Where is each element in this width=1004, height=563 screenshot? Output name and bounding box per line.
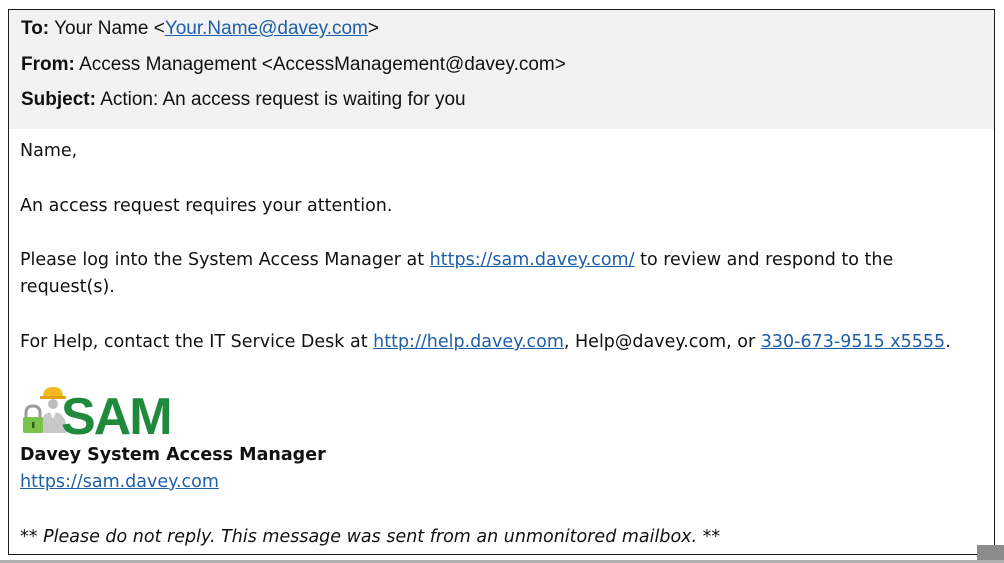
help-link[interactable]: http://help.davey.com xyxy=(373,332,564,352)
phone-link[interactable]: 330-673-9515 x5555 xyxy=(761,332,945,352)
no-reply-notice: ** Please do not reply. This message was… xyxy=(20,527,721,547)
signature-name: Davey System Access Manager xyxy=(20,445,326,465)
signature-url: https://sam.davey.com xyxy=(20,472,219,492)
attention-text: An access request requires your attentio… xyxy=(20,196,393,216)
greeting: Name, xyxy=(20,141,78,161)
login-instruction: Please log into the System Access Manage… xyxy=(20,250,893,270)
hard-hat-icon xyxy=(43,387,63,397)
to-line: To: Your Name <Your.Name@davey.com> xyxy=(21,18,379,40)
subject-label: Subject: xyxy=(21,89,96,110)
help-end: . xyxy=(945,332,951,352)
from-label: From: xyxy=(21,54,75,75)
to-label: To: xyxy=(21,18,50,39)
to-close: > xyxy=(367,18,379,39)
person-head-icon xyxy=(48,399,58,409)
lock-shackle-icon xyxy=(24,404,42,418)
login-post: to review and respond to the xyxy=(634,250,894,270)
to-email-link[interactable]: Your.Name@davey.com xyxy=(165,18,368,39)
subject-value: Action: An access request is waiting for… xyxy=(100,89,466,110)
from-line: From: Access Management <AccessManagemen… xyxy=(21,54,566,76)
sam-logo-text: SAM xyxy=(61,388,171,437)
help-line: For Help, contact the IT Service Desk at… xyxy=(20,332,951,352)
sam-link[interactable]: https://sam.davey.com/ xyxy=(430,250,635,270)
email-header: To: Your Name <Your.Name@davey.com> From… xyxy=(9,10,994,129)
sam-logo: SAM xyxy=(21,385,173,446)
email-message: To: Your Name <Your.Name@davey.com> From… xyxy=(8,9,995,555)
to-name: Your Name < xyxy=(54,18,165,39)
subject-line: Subject: Action: An access request is wa… xyxy=(21,89,466,111)
help-mid: , Help@davey.com, or xyxy=(563,332,761,352)
help-pre: For Help, contact the IT Service Desk at xyxy=(20,332,374,352)
login-pre: Please log into the System Access Manage… xyxy=(20,250,430,270)
login-instruction-cont: request(s). xyxy=(20,277,115,297)
signature-link[interactable]: https://sam.davey.com xyxy=(20,472,219,492)
from-value: Access Management <AccessManagement@dave… xyxy=(79,54,566,75)
sam-logo-graphic: SAM xyxy=(23,387,173,446)
